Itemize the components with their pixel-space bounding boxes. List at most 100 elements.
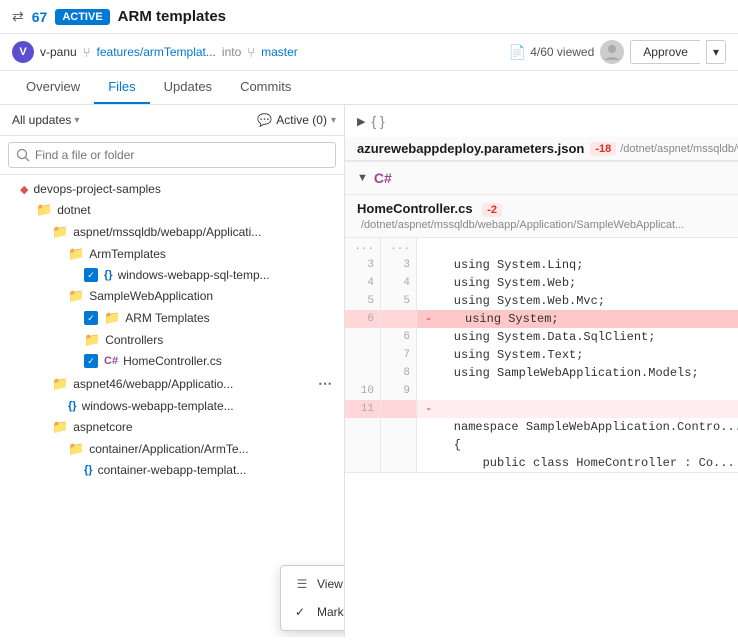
cs-file-section: ▼ C# HomeController.cs -2 /dotnet/aspnet… <box>345 162 738 473</box>
tree-item-label: ARM Templates <box>125 311 336 325</box>
cs-file-path: /dotnet/aspnet/mssqldb/webapp/Applicatio… <box>361 219 684 231</box>
code-content: using SampleWebApplication.Models; <box>417 364 738 382</box>
file-path: /dotnet/aspnet/mssqldb/webapp/Applicatio… <box>620 143 738 155</box>
checkbox[interactable]: ✓ <box>84 311 98 325</box>
tree-item-label: ArmTemplates <box>89 247 336 261</box>
pr-title: ARM templates <box>118 8 226 25</box>
viewed-text: 4/60 viewed <box>530 45 594 59</box>
code-content <box>417 382 738 400</box>
list-item[interactable]: 📁 dotnet <box>0 199 344 221</box>
main-content: All updates ▾ 💬 Active (0) ▾ ◆ devops-pr… <box>0 105 738 637</box>
branch-to[interactable]: master <box>261 45 298 59</box>
line-num-new: 3 <box>381 256 417 274</box>
ctx-reviewed-label: Mark as reviewed <box>317 605 344 619</box>
json-file-icon: {} <box>68 400 77 412</box>
diff-badge: -18 <box>590 142 616 156</box>
subheader: V v-panu ⑂ features/armTemplat... into ⑂… <box>0 34 738 71</box>
line-num-old <box>345 346 381 364</box>
list-item[interactable]: ✓ {} windows-webapp-sql-temp... <box>0 265 344 285</box>
active-filter-label: Active (0) <box>276 113 327 127</box>
ctx-view-label: View in file explorer <box>317 577 344 591</box>
list-item[interactable]: 📁 Controllers <box>0 329 344 351</box>
ctx-mark-reviewed[interactable]: ✓ Mark as reviewed <box>281 598 344 626</box>
line-num-new: ... <box>381 238 417 256</box>
file-tree: ◆ devops-project-samples 📁 dotnet 📁 aspn… <box>0 175 344 637</box>
list-item[interactable]: 📁 ArmTemplates <box>0 243 344 265</box>
chevron-down-icon: ▾ <box>74 115 79 126</box>
code-row: 7 using System.Text; <box>345 346 738 364</box>
code-row: 6 using System.Data.SqlClient; <box>345 328 738 346</box>
tab-commits[interactable]: Commits <box>226 71 305 104</box>
cs-file-header[interactable]: ▼ C# <box>345 162 738 195</box>
list-item[interactable]: {} container-webapp-templat... <box>0 460 344 480</box>
cs-diff-badge: -2 <box>482 203 502 217</box>
line-num-new <box>381 400 417 418</box>
line-num-new: 5 <box>381 292 417 310</box>
checkbox[interactable]: ✓ <box>84 354 98 368</box>
ctx-view-explorer[interactable]: ☰ View in file explorer <box>281 570 344 598</box>
list-item[interactable]: 📁 SampleWebApplication <box>0 285 344 307</box>
left-panel: All updates ▾ 💬 Active (0) ▾ ◆ devops-pr… <box>0 105 345 637</box>
line-num-old: 10 <box>345 382 381 400</box>
tree-item-label: Controllers <box>105 333 336 347</box>
comment-icon: 💬 <box>257 113 272 127</box>
approve-dropdown-button[interactable]: ▾ <box>706 40 726 64</box>
list-item[interactable]: 📁 aspnet/mssqldb/webapp/Applicati... <box>0 221 344 243</box>
pr-header: ⇄ 67 ACTIVE ARM templates <box>0 0 738 34</box>
code-content: using System.Text; <box>417 346 738 364</box>
code-row: 8 using SampleWebApplication.Models; <box>345 364 738 382</box>
collapse-toggle-icon: ▼ <box>357 172 368 184</box>
kebab-menu-button[interactable]: ⋯ <box>314 374 336 393</box>
list-item[interactable]: ✓ 📁 ARM Templates <box>0 307 344 329</box>
cs-lang-icon: C# <box>374 170 392 186</box>
folder-icon: 📁 <box>52 224 68 240</box>
folder-icon: 📁 <box>36 202 52 218</box>
code-row: { <box>345 436 738 454</box>
list-item[interactable]: 📁 container/Application/ArmTe... <box>0 438 344 460</box>
line-num-new: 9 <box>381 382 417 400</box>
right-panel: ▶ { } azurewebappdeploy.parameters.json … <box>345 105 738 637</box>
json-file-section: ▶ { } azurewebappdeploy.parameters.json … <box>345 105 738 162</box>
list-item[interactable]: {} windows-webapp-template... <box>0 396 344 416</box>
pr-number: 67 <box>32 9 48 25</box>
code-content: - using System; <box>417 310 738 328</box>
code-row: ... ... <box>345 238 738 256</box>
list-item[interactable]: ✓ C# HomeController.cs <box>0 351 344 371</box>
list-item[interactable]: ◆ devops-project-samples <box>0 179 344 199</box>
branch-from[interactable]: features/armTemplat... <box>97 45 216 59</box>
line-num-new: 7 <box>381 346 417 364</box>
line-num-new: 8 <box>381 364 417 382</box>
line-num-old: ... <box>345 238 381 256</box>
code-row: 4 4 using System.Web; <box>345 274 738 292</box>
checkmark-icon: ✓ <box>295 605 309 619</box>
line-num-old <box>345 418 381 436</box>
author-name[interactable]: v-panu <box>40 45 77 59</box>
all-updates-filter[interactable]: All updates ▾ <box>8 111 83 129</box>
list-item[interactable]: 📁 aspnetcore <box>0 416 344 438</box>
tab-updates[interactable]: Updates <box>150 71 226 104</box>
active-filter[interactable]: 💬 Active (0) ▾ <box>257 113 336 127</box>
braces-icon: { } <box>371 113 384 129</box>
code-content: using System.Linq; <box>417 256 738 274</box>
tab-files[interactable]: Files <box>94 71 149 104</box>
code-row: 10 9 <box>345 382 738 400</box>
list-item[interactable]: 📁 aspnet46/webapp/Applicatio... ⋯ <box>0 371 344 396</box>
code-row: 5 5 using System.Web.Mvc; <box>345 292 738 310</box>
checkbox[interactable]: ✓ <box>84 268 98 282</box>
avatar: V <box>12 41 34 63</box>
search-input[interactable] <box>8 142 336 168</box>
pr-icon: ⇄ <box>12 8 24 25</box>
line-num-old: 4 <box>345 274 381 292</box>
nav-tabs: Overview Files Updates Commits <box>0 71 738 105</box>
code-content: - <box>417 400 738 418</box>
file-name: azurewebappdeploy.parameters.json <box>357 141 584 156</box>
filter-bar: All updates ▾ 💬 Active (0) ▾ <box>0 105 344 136</box>
line-num-new: 4 <box>381 274 417 292</box>
approve-button[interactable]: Approve <box>630 40 700 64</box>
folder-icon: 📁 <box>104 310 120 326</box>
reviewer-avatar <box>600 40 624 64</box>
json-file-header[interactable]: ▶ { } <box>345 105 738 137</box>
folder-icon: 📁 <box>52 376 68 392</box>
repo-icon: ◆ <box>20 183 28 196</box>
tab-overview[interactable]: Overview <box>12 71 94 104</box>
